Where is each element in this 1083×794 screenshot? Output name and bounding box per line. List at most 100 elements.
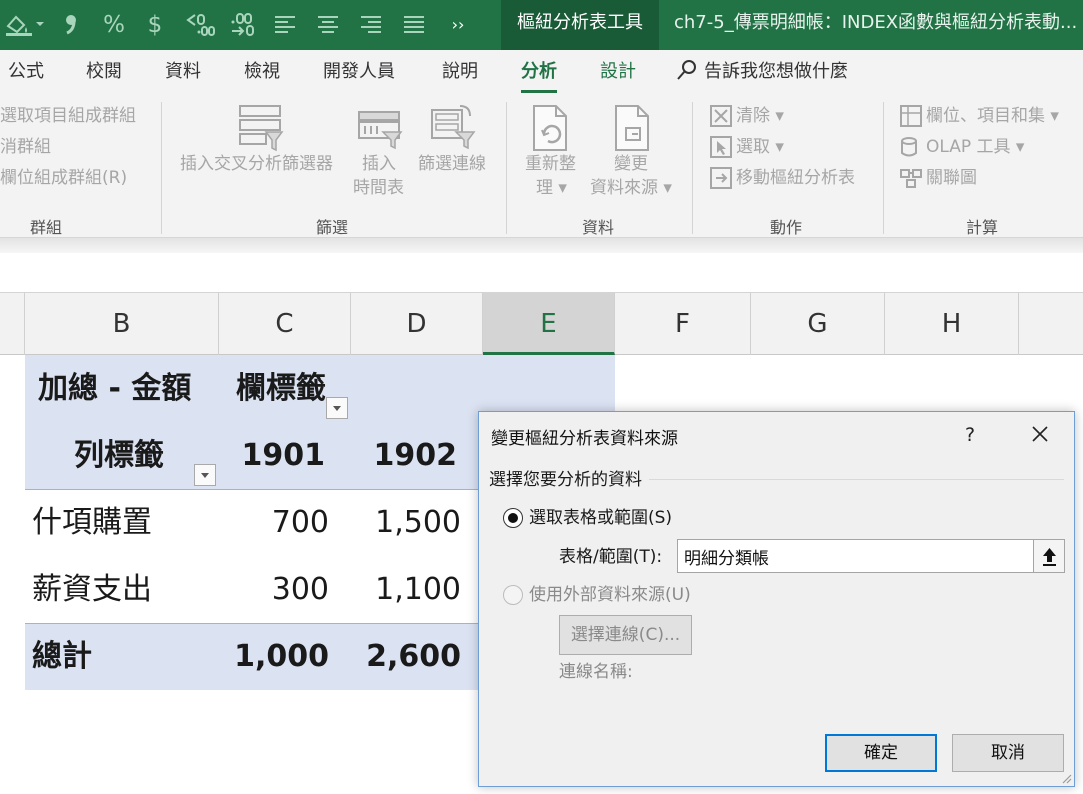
range-input[interactable] [677,539,1034,573]
currency-icon[interactable]: $ [141,0,169,50]
ribbon: 選取項目組成群組 消群組 欄位組成群組(R) 群組 插入交叉分析篩選器 插入 時… [0,96,1083,238]
pivot-cell[interactable]: 1,100 [351,570,461,610]
column-header-d[interactable]: D [351,293,483,355]
pivot-row-label[interactable]: 薪資支出 [32,570,152,610]
formula-bar[interactable] [0,253,1083,293]
olap-tools-button[interactable]: OLAP 工具 ▾ [926,137,1024,157]
fields-items-sets-button[interactable]: 欄位、項目和集 ▾ [926,106,1059,126]
percent-icon[interactable]: % [98,0,130,50]
tab-formulas[interactable]: 公式 [8,50,44,96]
ribbon-separator [161,102,162,234]
group-field-button[interactable]: 欄位組成群組(R) [0,168,127,188]
refresh-button[interactable]: 重新整 [525,154,576,174]
column-header-g[interactable]: G [751,293,885,355]
filter-connections-button[interactable]: 篩選連線 [418,154,486,174]
pivot-col-header[interactable]: 1901 [219,436,326,476]
tab-help[interactable]: 說明 [442,50,478,96]
ok-button[interactable]: 確定 [825,734,937,772]
group-name-group: 群組 [30,218,63,237]
insert-timeline-button[interactable]: 插入 [362,154,396,174]
section-divider [649,479,1064,480]
tell-me-search[interactable]: 告訴我您想做什麼 [676,50,848,96]
tab-design[interactable]: 設計 [600,50,636,96]
select-range-label[interactable]: 選取表格或範圍(S) [529,507,672,529]
align-right-icon[interactable] [356,0,386,50]
group-name-calculations: 計算 [966,218,999,237]
ribbon-separator [506,102,507,234]
pivot-total-cell[interactable]: 1,000 [219,637,329,677]
refresh-button-line2[interactable]: 理 ▾ [536,178,567,198]
document-title: ch7-5_傳票明細帳：INDEX函數與樞紐分析表動... [674,12,1078,33]
move-pivot-icon [710,167,732,189]
tab-data[interactable]: 資料 [165,50,201,96]
ribbon-separator [883,102,884,234]
pivot-cell[interactable]: 300 [219,570,329,610]
clear-icon [710,105,732,127]
column-header-h[interactable]: H [885,293,1019,355]
group-selection-button[interactable]: 選取項目組成群組 [0,106,136,126]
tab-view[interactable]: 檢視 [244,50,280,96]
pivot-tools-context-tab: 樞紐分析表工具 [501,0,659,50]
pivot-cell[interactable]: 1,500 [351,503,461,543]
align-left-icon[interactable] [270,0,300,50]
pivot-col-header[interactable]: 1902 [351,436,458,476]
tab-developer[interactable]: 開發人員 [323,50,395,96]
select-button[interactable]: 選取 ▾ [736,137,784,157]
select-range-radio[interactable] [503,508,523,528]
help-button[interactable]: ? [957,422,983,448]
align-center-icon[interactable] [313,0,343,50]
relationships-icon [900,169,922,188]
pivot-total-cell[interactable]: 2,600 [351,637,461,677]
refresh-icon [533,105,567,151]
column-labels-filter-button[interactable] [326,397,348,419]
column-headers: B C D E F G H [0,293,1083,355]
collapse-arrow-icon [1043,548,1056,566]
group-name-data: 資料 [582,218,615,237]
tab-review[interactable]: 校閱 [86,50,122,96]
cancel-button[interactable]: 取消 [952,734,1064,772]
column-header-b[interactable]: B [25,293,219,355]
change-data-source-icon [615,105,649,151]
timeline-icon [358,111,403,150]
relationships-button[interactable]: 關聯圖 [926,168,977,188]
external-source-radio[interactable] [503,585,523,605]
group-name-actions: 動作 [770,218,803,237]
comma-icon[interactable] [56,0,86,50]
column-header-e[interactable]: E [483,293,615,355]
pivot-column-labels[interactable]: 欄標籤 [236,369,326,409]
clear-button[interactable]: 清除 ▾ [736,106,784,126]
pivot-cell[interactable]: 700 [219,503,329,543]
more-icon[interactable]: ›› [444,0,472,50]
column-header-f[interactable]: F [615,293,751,355]
column-header-i[interactable] [1019,293,1083,355]
ribbon-tabs: 公式 校閱 資料 檢視 開發人員 說明 分析 設計 [0,50,1083,96]
insert-timeline-button-line2[interactable]: 時間表 [353,178,404,198]
pivot-row-labels[interactable]: 列標籤 [74,436,164,476]
change-data-source-button-line2[interactable]: 資料來源 ▾ [590,178,672,198]
section-label: 選擇您要分析的資料 [489,470,642,490]
column-header-a[interactable] [0,293,25,355]
pivot-total-label[interactable]: 總計 [32,637,92,677]
pivot-values-label[interactable]: 加總 - 金額 [38,369,191,409]
change-data-source-button[interactable]: 變更 [614,154,648,174]
external-source-label[interactable]: 使用外部資料來源(U) [529,584,691,606]
ribbon-separator [692,102,693,234]
justify-icon[interactable] [399,0,429,50]
decrease-decimal-icon[interactable] [226,0,262,50]
fill-color-icon[interactable] [2,0,46,50]
close-button[interactable] [1025,422,1055,448]
row-labels-filter-button[interactable] [194,464,216,486]
change-data-source-dialog: 變更樞紐分析表資料來源 ? 選擇您要分析的資料 選取表格或範圍(S) 表格/範圍… [478,411,1075,787]
tab-analyze[interactable]: 分析 [521,50,557,96]
resize-grip-icon[interactable] [1060,772,1072,784]
pivot-row-label[interactable]: 什項購置 [32,503,152,543]
column-header-c[interactable]: C [219,293,351,355]
collapse-dialog-button[interactable] [1034,539,1065,573]
insert-slicer-button[interactable]: 插入交叉分析篩選器 [180,154,333,174]
ungroup-button[interactable]: 消群組 [0,137,51,157]
move-pivot-button[interactable]: 移動樞紐分析表 [736,168,855,188]
dialog-title: 變更樞紐分析表資料來源 [491,429,678,449]
choose-connection-button[interactable]: 選擇連線(C)... [559,615,692,655]
increase-decimal-icon[interactable] [182,0,218,50]
close-icon [1032,426,1048,442]
